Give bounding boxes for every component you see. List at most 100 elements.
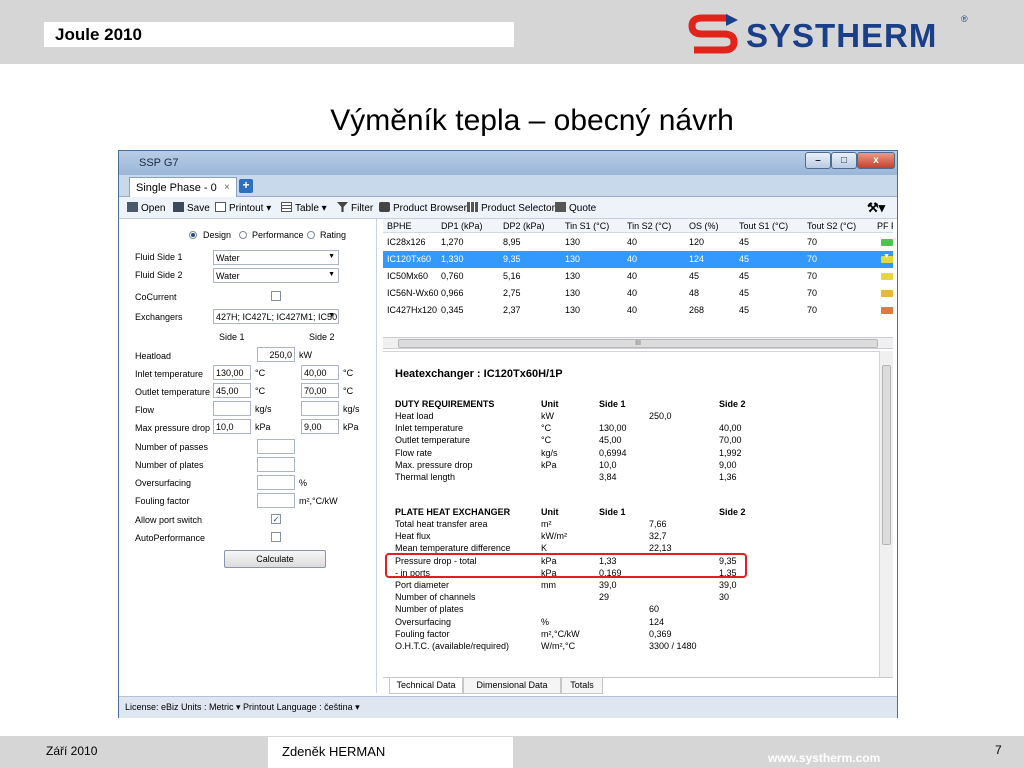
grid-row[interactable]: IC120Tx60 1,330 9,35 130 40 124 45 70 (383, 251, 893, 268)
report-header-cell: Side 1 (599, 507, 626, 517)
oversurfacing-input[interactable] (257, 475, 295, 490)
maxdp-side2-unit: kPa (343, 422, 359, 432)
folder-icon (127, 202, 138, 212)
save-button[interactable]: Save (173, 202, 210, 214)
mode-rating-label: Rating (320, 230, 347, 240)
minimize-button[interactable]: – (805, 152, 831, 169)
report-cell: 250,0 (649, 411, 672, 421)
grid-cell: 130 (565, 305, 581, 315)
logo-s-icon (688, 14, 738, 54)
fouling-factor-label: Fouling factor (135, 496, 190, 506)
flow-side1-unit: kg/s (255, 404, 272, 414)
filter-button[interactable]: Filter (337, 202, 373, 214)
tab-technical-data[interactable]: Technical Data (389, 678, 463, 694)
open-button[interactable]: Open (127, 202, 165, 214)
tab-single-phase[interactable]: Single Phase - 0 × (129, 177, 237, 197)
grid-row[interactable]: IC50Mx60 0,760 5,16 130 40 45 45 70 (383, 268, 893, 285)
document-tabstrip: Single Phase - 0 × + (119, 175, 897, 197)
report-cell: Inlet temperature (395, 423, 464, 434)
radio-performance[interactable] (239, 231, 247, 239)
radio-rating[interactable] (307, 231, 315, 239)
side2-header: Side 2 (309, 332, 335, 342)
fluid-side1-select[interactable]: Water (213, 250, 339, 265)
horizontal-scrollbar[interactable]: III (383, 337, 893, 349)
scroll-thumb[interactable]: III (398, 339, 878, 348)
grid-cell: IC50Mx60 (387, 271, 429, 281)
report-header-cell: DUTY REQUIREMENTS (395, 399, 495, 409)
plates-input[interactable] (257, 457, 295, 472)
quote-button[interactable]: Quote (555, 202, 596, 214)
passes-input[interactable] (257, 439, 295, 454)
flow-side2-input[interactable] (301, 401, 339, 416)
inlet-side2-input[interactable]: 40,00 (301, 365, 339, 380)
tab-close-icon[interactable]: × (224, 182, 230, 193)
report-cell: Port diameter (395, 580, 450, 590)
pf-indicator-icon (881, 273, 893, 280)
grid-header-cell[interactable]: DP2 (kPa) (503, 221, 545, 231)
report-cell: 1,36 (719, 472, 737, 482)
report-header-cell: Unit (541, 507, 559, 517)
port-switch-checkbox[interactable]: ✓ (271, 514, 281, 524)
exchangers-select[interactable]: 427H; IC427L; IC427M1; IC50 (213, 309, 339, 324)
heatexchanger-title: Heatexchanger : IC120Tx60H/1P (395, 368, 563, 380)
table-button[interactable]: Table ▾ (281, 202, 327, 214)
report-cell: 32,7 (649, 531, 667, 542)
heatload-input[interactable]: 250,0 (257, 347, 295, 362)
grid-cell: 130 (565, 254, 581, 264)
slide-title: Výměník tepla – obecný návrh (330, 104, 734, 137)
report-cell: W/m²,°C (541, 641, 576, 651)
grid-row[interactable]: IC28x126 1,270 8,95 130 40 120 45 70 (383, 234, 893, 251)
grid-header-cell[interactable]: PF F (877, 221, 893, 231)
autoperformance-checkbox[interactable] (271, 532, 281, 542)
tab-dimensional-data[interactable]: Dimensional Data (463, 678, 561, 694)
inlet-temperature-label: Inlet temperature (135, 369, 204, 379)
report-header-cell: Side 2 (719, 399, 746, 409)
report-cell: 60 (649, 604, 660, 615)
pressure-drop-highlight (385, 553, 747, 578)
outlet-side2-input[interactable]: 70,00 (301, 383, 339, 398)
maxdp-side1-input[interactable]: 10,0 (213, 419, 251, 434)
product-selector-button[interactable]: Product Selector (467, 202, 555, 214)
cocurrent-checkbox[interactable] (271, 291, 281, 301)
close-button[interactable]: x (857, 152, 895, 169)
add-tab-button[interactable]: + (239, 179, 253, 193)
printout-button[interactable]: Printout ▾ (215, 202, 271, 214)
report-cell: 70,00 (719, 435, 742, 446)
grid-header-cell[interactable]: Tout S2 (°C) (807, 221, 856, 231)
grid-cell: 130 (565, 237, 581, 247)
grid-cell: 120 (689, 237, 705, 247)
inlet-side1-input[interactable]: 130,00 (213, 365, 251, 380)
grid-header-row: BPHE DP1 (kPa) DP2 (kPa) Tin S1 (°C) Tin… (383, 219, 893, 233)
grid-header-cell[interactable]: BPHE (387, 221, 412, 231)
radio-design[interactable] (189, 231, 197, 239)
outlet-side1-input[interactable]: 45,00 (213, 383, 251, 398)
grid-header-cell[interactable]: Tout S1 (°C) (739, 221, 788, 231)
fouling-input[interactable] (257, 493, 295, 508)
grid-header-cell[interactable]: Tin S1 (°C) (565, 221, 609, 231)
grid-header-cell[interactable]: Tin S2 (°C) (627, 221, 671, 231)
maxdp-side2-input[interactable]: 9,00 (301, 419, 339, 434)
grid-row[interactable]: IC427Hx120 0,345 2,37 130 40 268 45 70 (383, 302, 893, 319)
maximize-button[interactable]: □ (831, 152, 857, 169)
inlet-side1-unit: °C (255, 368, 266, 378)
grid-header-cell[interactable]: OS (%) (689, 221, 719, 231)
outlet-temperature-label: Outlet temperature (135, 387, 211, 397)
grid-cell: 70 (807, 237, 818, 247)
product-browser-button[interactable]: Product Browser (379, 202, 467, 214)
grid-header-cell[interactable]: DP1 (kPa) (441, 221, 483, 231)
grid-row[interactable]: IC56N-Wx60 0,966 2,75 130 40 48 45 70 (383, 285, 893, 302)
grid-cell: 40 (627, 254, 638, 264)
status-text[interactable]: License: eBiz Units : Metric ▾ Printout … (125, 702, 360, 713)
floppy-icon (173, 202, 184, 212)
flow-side1-input[interactable] (213, 401, 251, 416)
report-cell: K (541, 543, 548, 554)
tools-icon[interactable]: ⚒▾ (867, 200, 885, 216)
fluid-side2-select[interactable]: Water (213, 268, 339, 283)
window-titlebar[interactable]: SSP G7 – □ x (119, 151, 897, 175)
vertical-scroll-thumb[interactable] (882, 365, 891, 545)
vertical-scrollbar[interactable] (879, 351, 893, 677)
slide: Joule 2010 SYSTHERM ® Výměník tepla – ob… (0, 0, 1024, 768)
tab-totals[interactable]: Totals (561, 678, 603, 694)
calculate-button[interactable]: Calculate (224, 550, 326, 568)
report-cell: kW/m² (541, 531, 567, 542)
